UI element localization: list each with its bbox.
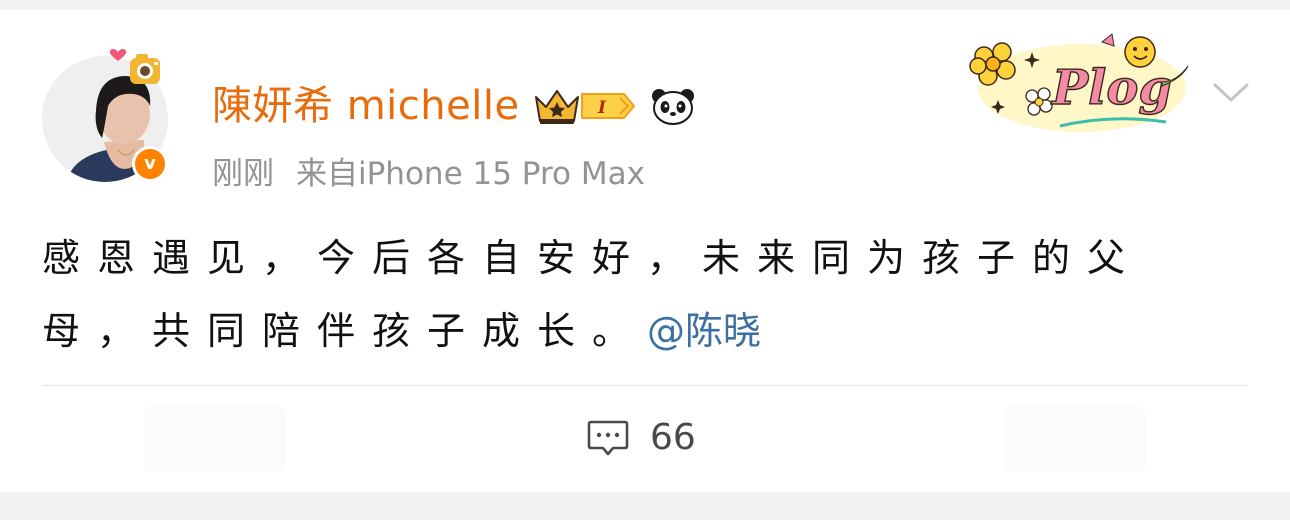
- weibo-post-card: v 陳妍希 michelle I 刚刚 来自iPhone 15 Pro Max: [0, 10, 1290, 492]
- comment-button[interactable]: 66: [586, 410, 696, 466]
- post-content: 感恩遇见，今后各自安好，未来同为孩子的父母，共同陪伴孩子成长。@陈晓: [42, 222, 1242, 368]
- post-meta: 刚刚 来自iPhone 15 Pro Max: [212, 148, 645, 192]
- repost-action-placeholder[interactable]: [144, 406, 286, 472]
- post-body-text: 感恩遇见，今后各自安好，未来同为孩子的父母，共同陪伴孩子成长。: [42, 236, 1143, 353]
- member-level-text: I: [597, 98, 607, 118]
- verified-badge-icon: v: [132, 146, 168, 182]
- author-name[interactable]: 陳妍希 michelle: [212, 80, 520, 132]
- post-time: 刚刚: [212, 155, 274, 192]
- like-action-placeholder[interactable]: [1004, 406, 1146, 472]
- post-source: 来自iPhone 15 Pro Max: [296, 155, 645, 192]
- member-level-badge[interactable]: I: [578, 89, 638, 123]
- chevron-down-icon[interactable]: [1212, 80, 1250, 106]
- author-name-row: 陳妍希 michelle I: [212, 80, 696, 132]
- action-divider: [42, 385, 1248, 386]
- author-avatar[interactable]: v: [42, 49, 168, 182]
- avatar-pendant-icon: [106, 44, 166, 96]
- panda-icon[interactable]: [650, 86, 696, 126]
- comment-icon: [587, 420, 629, 456]
- mention-link[interactable]: @陈晓: [647, 309, 761, 353]
- small-flower-icon: [1025, 87, 1053, 116]
- crown-icon[interactable]: [532, 85, 582, 127]
- flower-icon: [969, 42, 1016, 86]
- plog-sticker: Plog: [969, 33, 1189, 132]
- plog-text: Plog: [1050, 60, 1172, 116]
- comment-count: 66: [650, 417, 696, 458]
